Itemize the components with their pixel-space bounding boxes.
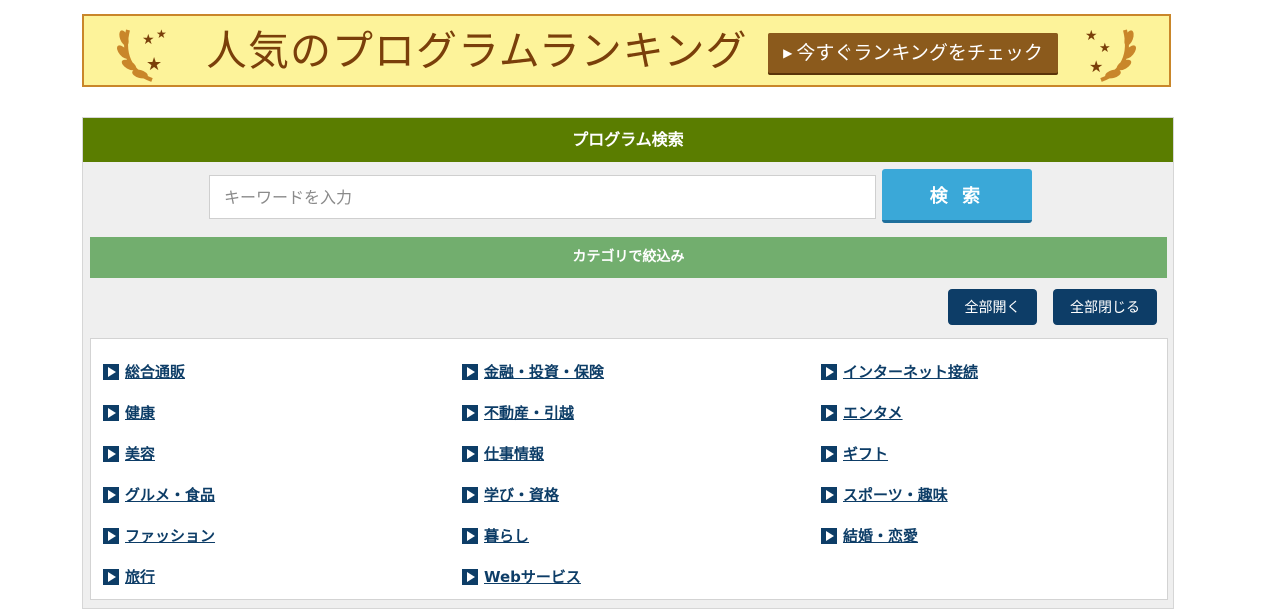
list-item[interactable]: 総合通販 [103,351,215,392]
arrow-right-icon [462,363,478,380]
list-item[interactable]: スポーツ・趣味 [821,474,978,515]
arrow-right-icon [462,527,478,544]
check-ranking-label: 今すぐランキングをチェック [796,42,1043,64]
list-item[interactable]: 金融・投資・保険 [462,351,604,392]
category-list: 総合通販 健康 美容 グルメ・食品 ファッション 旅行 金融・投資・保険 不動産… [90,338,1168,600]
category-link[interactable]: 総合通販 [125,361,185,382]
category-link[interactable]: 仕事情報 [484,443,544,464]
category-link[interactable]: ファッション [125,525,215,546]
arrow-right-icon [462,568,478,585]
arrow-right-icon [103,445,119,462]
list-item[interactable]: 学び・資格 [462,474,604,515]
category-link[interactable]: 美容 [125,443,155,464]
laurel-left-icon: ★ ★ ★ [117,27,167,82]
keyword-search-input[interactable] [209,175,876,219]
list-item[interactable]: グルメ・食品 [103,474,215,515]
svg-text:★: ★ [1085,28,1098,44]
svg-text:★: ★ [1099,41,1111,56]
category-column-2: 金融・投資・保険 不動産・引越 仕事情報 学び・資格 暮らし Webサービス [462,351,604,597]
list-item[interactable]: 健康 [103,392,215,433]
program-search-panel: プログラム検索 検 索 カテゴリで絞込み 全部開く 全部閉じる 総合通販 健康 … [82,117,1174,609]
ranking-banner[interactable]: ★ ★ ★ 人気のプログラムランキング ▶ 今すぐランキングをチェック ★ ★ ★ [82,14,1171,87]
list-item[interactable]: 不動産・引越 [462,392,604,433]
search-button[interactable]: 検 索 [882,169,1032,223]
collapse-all-button[interactable]: 全部閉じる [1053,289,1157,325]
category-link[interactable]: 健康 [125,402,155,423]
svg-text:★: ★ [156,27,167,41]
arrow-right-icon [821,445,837,462]
list-item[interactable]: ファッション [103,515,215,556]
category-link[interactable]: スポーツ・趣味 [843,484,948,505]
category-filter-header: カテゴリで絞込み [90,237,1167,278]
list-item[interactable]: ギフト [821,433,978,474]
category-link[interactable]: ギフト [843,443,888,464]
arrow-right-icon [462,445,478,462]
list-item[interactable]: 暮らし [462,515,604,556]
category-link[interactable]: 学び・資格 [484,484,559,505]
arrow-right-icon [103,486,119,503]
category-link[interactable]: 金融・投資・保険 [484,361,604,382]
arrow-right-icon [821,404,837,421]
category-link[interactable]: Webサービス [484,566,581,587]
list-item[interactable]: Webサービス [462,556,604,597]
category-link[interactable]: 不動産・引越 [484,402,574,423]
laurel-right-icon: ★ ★ ★ [1085,28,1136,82]
category-link[interactable]: 暮らし [484,525,529,546]
svg-text:★: ★ [146,54,162,75]
list-item[interactable]: 旅行 [103,556,215,597]
list-item[interactable]: 仕事情報 [462,433,604,474]
banner-title: 人気のプログラムランキング [206,27,748,75]
arrow-right-icon [821,363,837,380]
category-link[interactable]: 旅行 [125,566,155,587]
arrow-right-icon [103,404,119,421]
category-column-3: インターネット接続 エンタメ ギフト スポーツ・趣味 結婚・恋愛 [821,351,978,556]
arrow-right-icon [103,568,119,585]
check-ranking-button[interactable]: ▶ 今すぐランキングをチェック [768,33,1058,73]
list-item[interactable]: 美容 [103,433,215,474]
arrow-right-icon [821,486,837,503]
svg-text:★: ★ [1089,57,1103,76]
program-search-header: プログラム検索 [83,118,1173,162]
play-triangle-icon: ▶ [783,46,793,60]
expand-all-button[interactable]: 全部開く [948,289,1037,325]
list-item[interactable]: エンタメ [821,392,978,433]
category-link[interactable]: 結婚・恋愛 [843,525,918,546]
svg-text:★: ★ [142,32,155,48]
arrow-right-icon [821,527,837,544]
arrow-right-icon [103,527,119,544]
list-item[interactable]: 結婚・恋愛 [821,515,978,556]
arrow-right-icon [462,404,478,421]
category-link[interactable]: エンタメ [843,402,903,423]
category-link[interactable]: グルメ・食品 [125,484,215,505]
category-link[interactable]: インターネット接続 [843,361,978,382]
category-column-1: 総合通販 健康 美容 グルメ・食品 ファッション 旅行 [103,351,215,597]
arrow-right-icon [103,363,119,380]
list-item[interactable]: インターネット接続 [821,351,978,392]
arrow-right-icon [462,486,478,503]
